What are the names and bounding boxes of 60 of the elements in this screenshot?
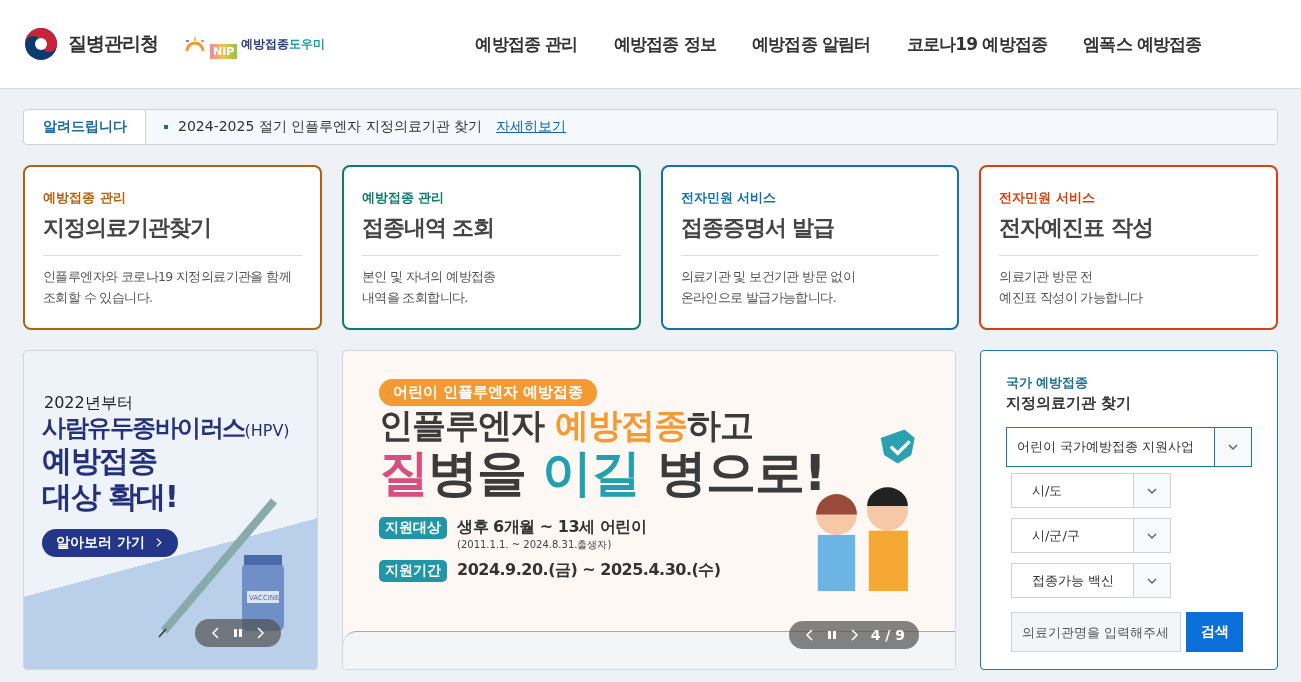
pause-button[interactable] xyxy=(233,628,243,638)
notice-text: 2024-2025 절기 인플루엔자 지정의료기관 찾기 xyxy=(178,118,483,136)
card-category: 전자민원 서비스 xyxy=(999,189,1096,207)
card-title: 접종증명서 발급 xyxy=(680,213,940,256)
nav-link[interactable]: 예방접종 알림터 xyxy=(752,32,871,56)
taegeuk-logo-icon xyxy=(24,27,58,61)
search-button[interactable]: 검색 xyxy=(1186,612,1243,652)
region-select[interactable]: 접종가능 백신 xyxy=(1011,563,1171,598)
card-category: 예방접종 관리 xyxy=(43,189,127,207)
banner-headline: 예방접종 xyxy=(42,442,158,479)
info-label: 지원대상 xyxy=(379,516,447,539)
card-title: 접종내역 조회 xyxy=(361,213,621,256)
search-field[interactable]: 의료기관명을 입력해주세 xyxy=(1011,612,1181,652)
info-note: (2011.1.1. ~ 2024.8.31.출생자) xyxy=(457,537,613,552)
pause-button[interactable] xyxy=(826,630,837,640)
learn-more-button[interactable]: 알아보러 가기 xyxy=(42,528,178,557)
nip-badge: NIP xyxy=(210,43,238,59)
banner-tag: 어린이 인플루엔자 예방접종 xyxy=(379,379,598,406)
banner-headline: 하고 xyxy=(686,406,753,446)
banner-headline: 병을 xyxy=(428,445,527,503)
banner-headline: 질 xyxy=(379,445,428,503)
agency-name: 질병관리청 xyxy=(68,31,158,56)
banner-headline: 사람유두종바이러스(HPV) xyxy=(42,414,291,443)
nav-link[interactable]: 코로나19 예방접종 xyxy=(906,32,1048,56)
helper-logo-text: 예방접종도우미 xyxy=(241,35,326,53)
pause-icon xyxy=(826,630,837,640)
card-category: 예방접종 관리 xyxy=(361,189,446,207)
banner-headline: 대상 확대! xyxy=(42,478,179,515)
banner-headline: 병으로! xyxy=(655,445,826,503)
info-label: 지원기간 xyxy=(379,559,447,582)
region-select[interactable]: 시/도 xyxy=(1011,473,1171,508)
finder-subtitle: 국가 예방접종 xyxy=(1006,375,1090,392)
region-select[interactable]: 시/군/구 xyxy=(1011,518,1171,553)
info-value: 생후 6개월 ~ 13세 어린이 xyxy=(457,516,647,538)
banner-year: 2022년부터 xyxy=(44,393,134,414)
info-value: 2024.9.20.(금) ~ 2025.4.30.(수) xyxy=(457,559,721,581)
slide-counter: 4 / 9 xyxy=(870,627,905,643)
card-description: 본인 및 자녀의 예방접종 내역을 조회합니다. xyxy=(361,268,497,307)
service-card[interactable]: 전자민원 서비스 전자예진표 작성 의료기관 방문 전 예진표 작성이 가능합니다 xyxy=(979,165,1278,330)
card-category: 전자민원 서비스 xyxy=(680,189,778,207)
service-card[interactable]: 전자민원 서비스 접종증명서 발급 의료기관 및 보건기관 방문 없이 온라인으로 발급가능합니다. xyxy=(660,165,960,330)
nav-link[interactable]: 엠폭스 예방접종 xyxy=(1083,32,1202,56)
service-card[interactable]: 예방접종 관리 지정의료기관찾기 인플루엔자와 코로나19 지정의료기관을 함께 조회할 수 있습니다. xyxy=(23,165,322,330)
details-link[interactable]: 자세히보기 xyxy=(496,118,567,136)
banner-headline: 인플루엔자 xyxy=(379,406,546,446)
banner-headline: 예방접종 xyxy=(554,406,687,446)
card-title: 전자예진표 작성 xyxy=(999,213,1258,256)
nav-link[interactable]: 예방접종 관리 xyxy=(475,32,578,56)
card-description: 의료기관 및 보건기관 방문 없이 온라인으로 발급가능합니다. xyxy=(680,268,857,307)
nav-link[interactable]: 예방접종 정보 xyxy=(613,32,717,56)
sun-logo-icon xyxy=(184,37,206,51)
finder-title: 지정의료기관 찾기 xyxy=(1006,394,1133,413)
service-card[interactable]: 예방접종 관리 접종내역 조회 본인 및 자녀의 예방접종 내역을 조회합니다. xyxy=(341,165,641,330)
card-title: 지정의료기관찾기 xyxy=(43,213,302,256)
program-select[interactable]: 어린이 국가예방접종 지원사업 xyxy=(1006,427,1252,467)
card-description: 의료기관 방문 전 예진표 작성이 가능합니다 xyxy=(999,268,1144,307)
banner-headline: 이길 xyxy=(542,445,641,503)
pause-icon xyxy=(233,628,243,638)
bullet-icon xyxy=(164,125,168,129)
card-description: 인플루엔자와 코로나19 지정의료기관을 함께 조회할 수 있습니다. xyxy=(43,268,293,307)
